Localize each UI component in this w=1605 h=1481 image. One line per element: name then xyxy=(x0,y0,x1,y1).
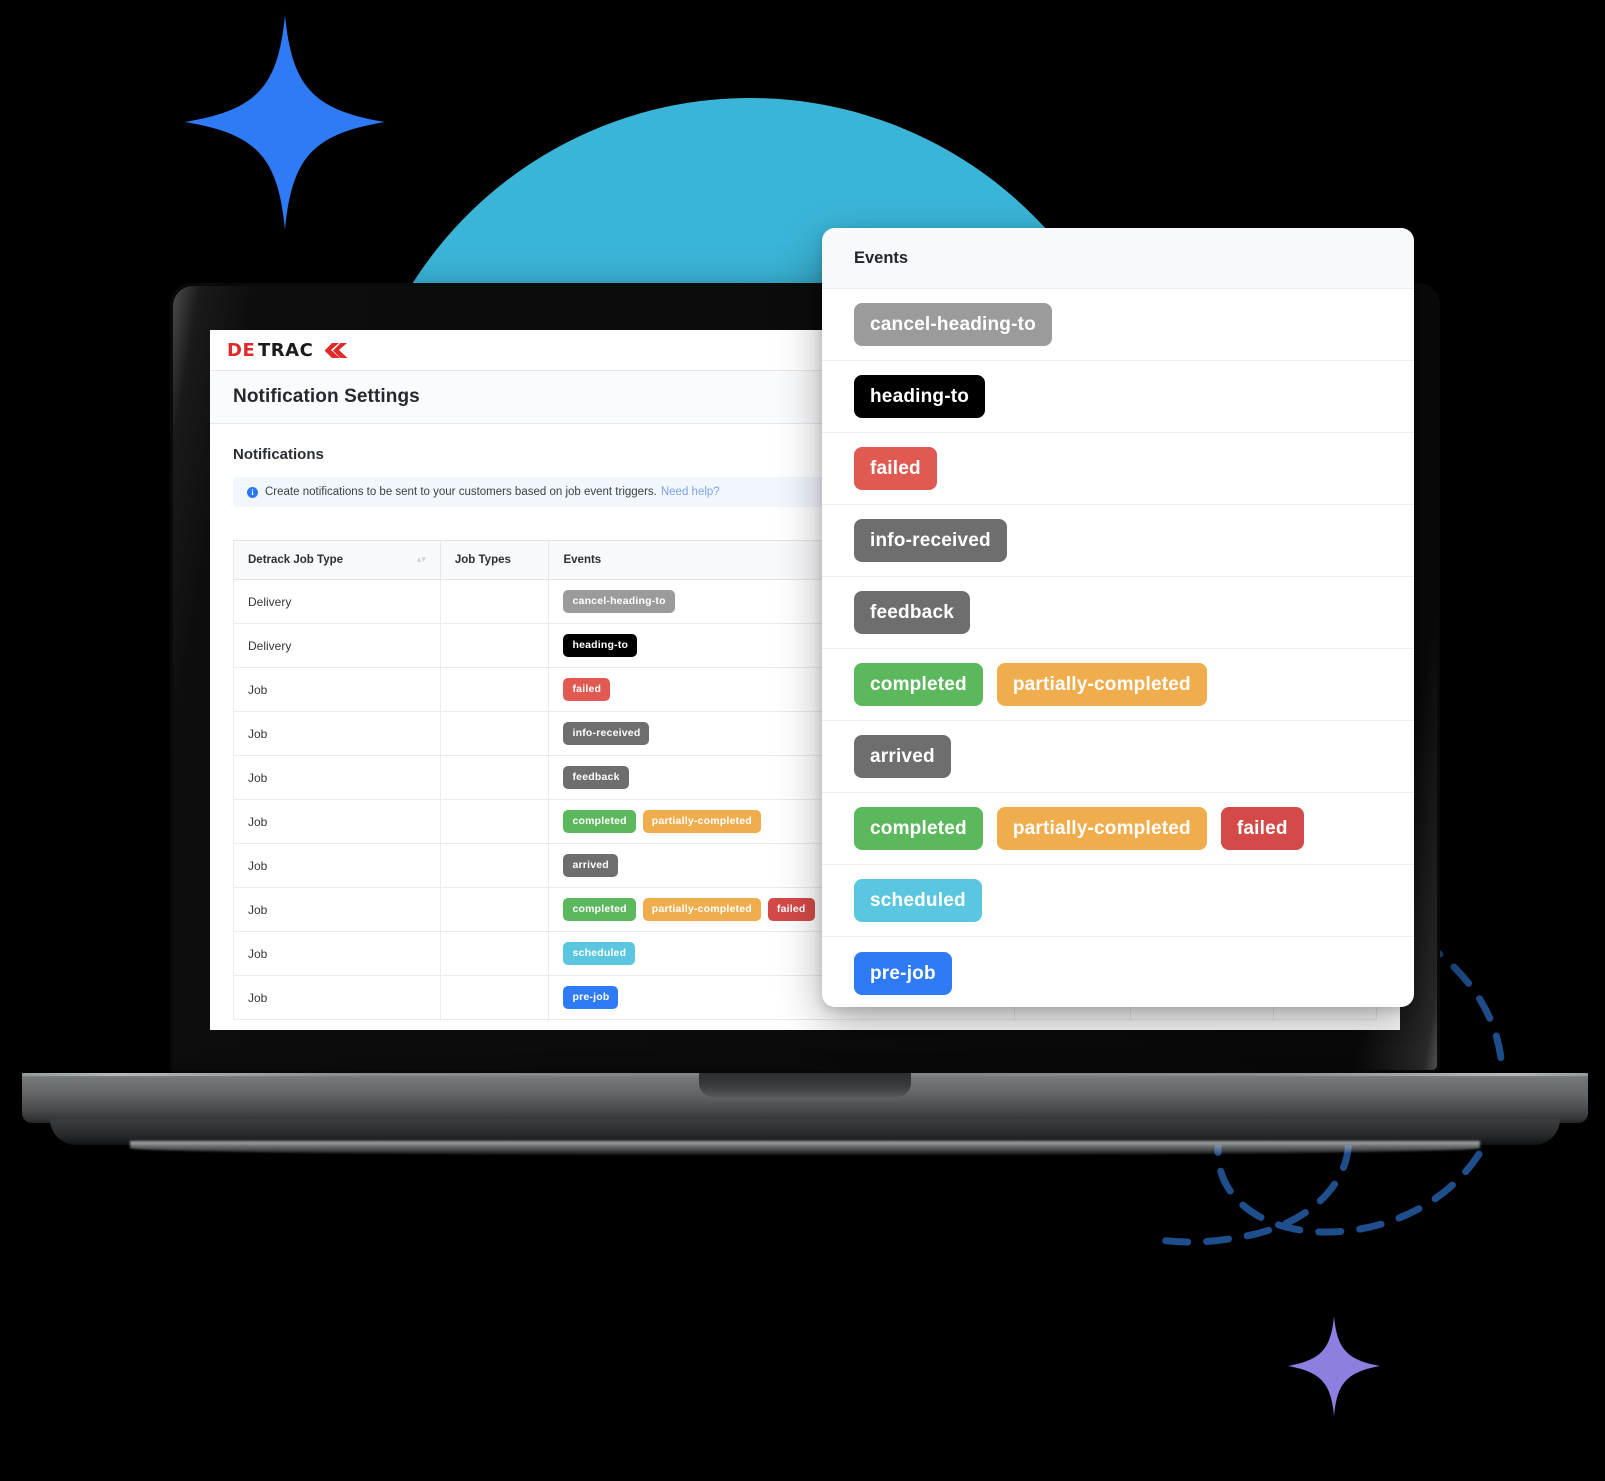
event-badge-large[interactable]: info-received xyxy=(854,519,1007,562)
event-badge-large[interactable]: pre-job xyxy=(854,951,952,995)
cell-job-types xyxy=(439,799,550,844)
event-badge-large[interactable]: heading-to xyxy=(854,375,986,418)
event-badge-large[interactable]: cancel-heading-to xyxy=(854,303,1052,346)
cell-job-type: Job xyxy=(233,975,441,1020)
event-badge[interactable]: completed xyxy=(563,898,636,921)
events-panel-row[interactable]: feedback xyxy=(822,577,1414,649)
svg-text:DE: DE xyxy=(227,340,255,360)
cell-job-types xyxy=(439,711,550,756)
cell-job-type: Job xyxy=(233,843,441,888)
col-detrack-job-type[interactable]: Detrack Job Type ▴▾ xyxy=(233,540,441,580)
events-panel-row[interactable]: arrived xyxy=(822,721,1414,793)
sort-icon[interactable]: ▴▾ xyxy=(417,554,426,565)
cell-job-types xyxy=(439,623,550,668)
event-badge-large[interactable]: partially-completed xyxy=(996,807,1207,850)
events-panel-row[interactable]: failed xyxy=(822,433,1414,505)
cell-job-type: Job xyxy=(233,931,441,976)
cell-job-types xyxy=(439,931,550,976)
events-panel-header: Events xyxy=(822,228,1414,289)
events-panel-row[interactable]: info-received xyxy=(822,505,1414,577)
event-badge-large[interactable]: failed xyxy=(1220,807,1304,850)
col-label-job-types: Job Types xyxy=(454,554,511,566)
cell-job-types xyxy=(439,887,550,932)
event-badge-large[interactable]: arrived xyxy=(854,735,951,778)
cell-job-type: Delivery xyxy=(233,579,441,624)
cell-job-types xyxy=(439,755,550,800)
event-badge[interactable]: partially-completed xyxy=(642,898,761,921)
laptop-base xyxy=(22,1073,1588,1123)
event-badge[interactable]: failed xyxy=(563,678,611,701)
event-badge-large[interactable]: scheduled xyxy=(854,879,982,922)
cell-job-types xyxy=(439,843,550,888)
events-overlay-panel: Events cancel-heading-to heading-to failed… xyxy=(822,228,1414,1007)
event-badge[interactable]: scheduled xyxy=(563,942,636,965)
events-panel-row[interactable]: cancel-heading-to xyxy=(822,289,1414,361)
event-badge-large[interactable]: failed xyxy=(854,447,937,490)
cell-job-type: Job xyxy=(233,887,441,932)
cell-job-type: Delivery xyxy=(233,623,441,668)
event-badge-large[interactable]: feedback xyxy=(854,591,970,634)
event-badge[interactable]: partially-completed xyxy=(642,810,761,833)
svg-text:TRAC: TRAC xyxy=(258,340,313,360)
col-label-events: Events xyxy=(563,554,602,566)
events-panel-row[interactable]: pre-job xyxy=(822,937,1414,1007)
event-badge-large[interactable]: completed xyxy=(854,807,983,850)
cell-job-type: Job xyxy=(233,755,441,800)
cell-job-types xyxy=(439,667,550,712)
illustration-stage: DE TRAC Notification Settings Notificati… xyxy=(0,0,1605,1481)
event-badge[interactable]: completed xyxy=(563,810,636,833)
events-panel-rows: cancel-heading-to heading-to failed info-re… xyxy=(822,289,1414,1007)
events-panel-row[interactable]: completed partially-completed xyxy=(822,649,1414,721)
info-circle-icon: i xyxy=(247,486,258,498)
event-badge[interactable]: arrived xyxy=(563,854,618,877)
events-panel-row[interactable]: heading-to xyxy=(822,361,1414,433)
cell-job-type: Job xyxy=(233,667,441,712)
event-badge[interactable]: cancel-heading-to xyxy=(563,590,675,613)
info-banner-text: Create notifications to be sent to your … xyxy=(265,486,657,498)
event-badge-large[interactable]: partially-completed xyxy=(996,663,1207,706)
event-badge[interactable]: feedback xyxy=(563,766,629,789)
events-panel-row[interactable]: scheduled xyxy=(822,865,1414,937)
event-badge[interactable]: pre-job xyxy=(563,986,619,1009)
sparkle-star-blue-icon xyxy=(185,15,385,230)
cell-job-type: Job xyxy=(233,711,441,756)
event-badge-large[interactable]: completed xyxy=(854,663,983,706)
laptop-base-reflection xyxy=(130,1141,1480,1155)
cell-job-types xyxy=(439,975,550,1020)
event-badge[interactable]: failed xyxy=(767,898,815,921)
detrack-logo[interactable]: DE TRAC xyxy=(227,339,361,361)
need-help-link[interactable]: Need help? xyxy=(661,486,720,498)
page-title: Notification Settings xyxy=(233,386,420,407)
event-badge[interactable]: info-received xyxy=(563,722,650,745)
col-job-types[interactable]: Job Types xyxy=(439,540,550,580)
col-label-detrack-job-type: Detrack Job Type xyxy=(248,554,344,566)
events-panel-row[interactable]: completed partially-completed failed xyxy=(822,793,1414,865)
cell-job-type: Job xyxy=(233,799,441,844)
laptop-notch xyxy=(699,1073,911,1097)
events-panel-title: Events xyxy=(854,248,909,267)
cell-job-types xyxy=(439,579,550,624)
event-badge[interactable]: heading-to xyxy=(563,634,638,657)
